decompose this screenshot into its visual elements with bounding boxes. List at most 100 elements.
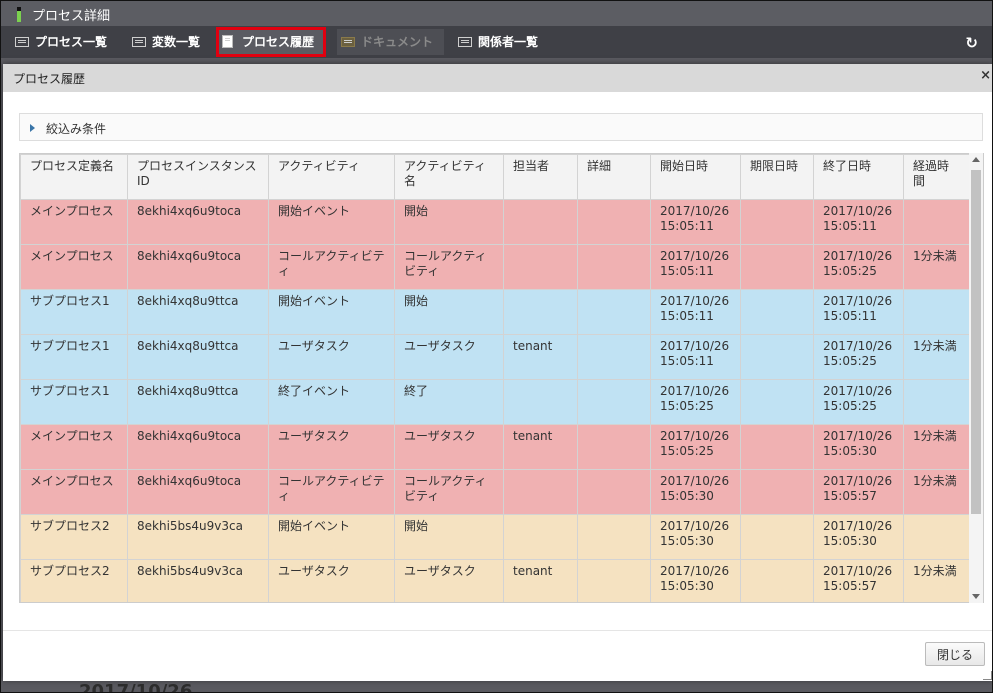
table-cell: 開始イベント: [268, 199, 395, 245]
table-cell: サブプロセス2: [20, 559, 128, 602]
table-cell: 8ekhi4xq8u9ttca: [127, 334, 269, 380]
table-row[interactable]: メインプロセス 8ekhi4xq6u9toca 開始イベント 開始 2017/10/26…: [20, 199, 970, 245]
table-cell: tenant: [503, 334, 578, 380]
table-cell: サブプロセス1: [20, 289, 128, 335]
table-scrollbar[interactable]: [969, 153, 983, 603]
table-cell: メインプロセス: [20, 199, 128, 245]
table-cell: [503, 244, 578, 290]
table-cell: 開始: [394, 199, 504, 245]
table-cell: 2017/10/26 15:05:11: [813, 199, 904, 245]
table-cell: [740, 244, 814, 290]
close-icon[interactable]: ×: [980, 68, 991, 83]
scroll-up-icon[interactable]: [972, 157, 980, 162]
table-cell: 1分未満: [903, 244, 970, 290]
table-cell: コールアクティビティ: [394, 469, 504, 515]
tab-documents[interactable]: ドキュメント: [337, 29, 444, 55]
dialog-header: プロセス履歴 ×: [3, 64, 992, 92]
close-button[interactable]: 閉じる: [925, 642, 985, 666]
table-cell: 8ekhi5bs4u9v3ca: [127, 514, 269, 560]
document-icon: [222, 35, 233, 48]
table-cell: [740, 469, 814, 515]
table-cell: ユーザタスク: [394, 559, 504, 602]
table-cell: サブプロセス1: [20, 379, 128, 425]
dialog-footer: 閉じる: [3, 630, 992, 681]
table-cell: [577, 469, 651, 515]
table-cell: 1分未満: [903, 424, 970, 470]
table-row[interactable]: サブプロセス2 8ekhi5bs4u9v3ca ユーザタスク ユーザタスク tenant…: [20, 559, 970, 602]
table-cell: [577, 424, 651, 470]
dialog-title: プロセス履歴: [13, 72, 86, 86]
table-row[interactable]: サブプロセス2 8ekhi5bs4u9v3ca 開始イベント 開始 2017/10/26…: [20, 514, 970, 560]
table-cell: [740, 559, 814, 602]
table-cell: 2017/10/26 15:05:57: [813, 469, 904, 515]
table-cell: 8ekhi4xq6u9toca: [127, 424, 269, 470]
table-cell: [577, 199, 651, 245]
table-cell: 8ekhi4xq6u9toca: [127, 244, 269, 290]
tab-stakeholders[interactable]: 関係者一覧: [454, 29, 549, 55]
table-cell: コールアクティビティ: [268, 244, 395, 290]
table-row[interactable]: サブプロセス1 8ekhi4xq8u9ttca ユーザタスク ユーザタスク tenant…: [20, 334, 970, 380]
column-header[interactable]: 終了日時: [813, 154, 904, 200]
background-date-text: 2017/10/26: [79, 681, 193, 693]
table-cell: 2017/10/26 15:05:11: [650, 334, 741, 380]
table-cell: 2017/10/26 15:05:11: [650, 244, 741, 290]
column-header[interactable]: 開始日時: [650, 154, 741, 200]
table-cell: 8ekhi4xq6u9toca: [127, 199, 269, 245]
column-header[interactable]: アクティビティ: [268, 154, 395, 200]
table-row[interactable]: サブプロセス1 8ekhi4xq8u9ttca 終了イベント 終了 2017/10/26…: [20, 379, 970, 425]
history-table-container: プロセス定義名 プロセスインスタンスID アクティビティ アクティビティ名 担当…: [19, 153, 984, 603]
table-cell: 2017/10/26 15:05:25: [813, 244, 904, 290]
table-row[interactable]: メインプロセス 8ekhi4xq6u9toca ユーザタスク ユーザタスク tenant…: [20, 424, 970, 470]
table-cell: 8ekhi5bs4u9v3ca: [127, 559, 269, 602]
table-cell: 8ekhi4xq6u9toca: [127, 469, 269, 515]
history-table: プロセス定義名 プロセスインスタンスID アクティビティ アクティビティ名 担当…: [20, 154, 970, 602]
column-header[interactable]: 経過時間: [903, 154, 970, 200]
column-header[interactable]: プロセスインスタンスID: [127, 154, 269, 200]
table-cell: コールアクティビティ: [394, 244, 504, 290]
tab-label: プロセス一覧: [35, 35, 108, 49]
scroll-down-icon[interactable]: [972, 594, 980, 599]
table-cell: [903, 199, 970, 245]
table-cell: 2017/10/26 15:05:30: [650, 469, 741, 515]
column-header[interactable]: 期限日時: [740, 154, 814, 200]
column-header[interactable]: アクティビティ名: [394, 154, 504, 200]
filter-label: 絞込み条件: [46, 122, 107, 136]
table-cell: [903, 514, 970, 560]
scroll-thumb[interactable]: [971, 170, 981, 514]
table-row[interactable]: サブプロセス1 8ekhi4xq8u9ttca 開始イベント 開始 2017/10/26…: [20, 289, 970, 335]
table-cell: 2017/10/26 15:05:57: [813, 559, 904, 602]
table-cell: メインプロセス: [20, 244, 128, 290]
tab-process-list[interactable]: プロセス一覧: [11, 29, 111, 55]
column-header[interactable]: プロセス定義名: [20, 154, 128, 200]
table-cell: ユーザタスク: [394, 424, 504, 470]
table-cell: 2017/10/26 15:05:11: [813, 289, 904, 335]
table-cell: [577, 289, 651, 335]
list-icon: [458, 37, 472, 47]
table-cell: [903, 379, 970, 425]
expand-arrow-icon: [30, 124, 35, 132]
table-cell: 開始: [394, 514, 504, 560]
table-cell: メインプロセス: [20, 469, 128, 515]
table-cell: 2017/10/26 15:05:25: [650, 424, 741, 470]
table-row[interactable]: メインプロセス 8ekhi4xq6u9toca コールアクティビティ コールアクティビ…: [20, 469, 970, 515]
table-cell: [503, 469, 578, 515]
column-header[interactable]: 担当者: [503, 154, 578, 200]
table-cell: [740, 379, 814, 425]
tab-label: ドキュメント: [361, 35, 434, 49]
table-cell: ユーザタスク: [394, 334, 504, 380]
table-cell: [577, 379, 651, 425]
app-window: プロセス詳細 プロセス一覧 変数一覧 プロセス履歴 ドキュメント 関係者一覧 ↻…: [0, 0, 993, 693]
folder-icon: [341, 37, 355, 47]
resize-handle-icon[interactable]: [983, 671, 992, 680]
table-cell: 2017/10/26 15:05:11: [650, 199, 741, 245]
table-cell: 2017/10/26 15:05:30: [650, 559, 741, 602]
refresh-icon[interactable]: ↻: [965, 34, 978, 52]
table-cell: 2017/10/26 15:05:25: [813, 379, 904, 425]
table-cell: ユーザタスク: [268, 424, 395, 470]
tab-process-history[interactable]: プロセス履歴: [216, 27, 326, 57]
filter-toggle[interactable]: 絞込み条件: [19, 113, 983, 141]
column-header[interactable]: 詳細: [577, 154, 651, 200]
table-row[interactable]: メインプロセス 8ekhi4xq6u9toca コールアクティビティ コールアクティビ…: [20, 244, 970, 290]
tab-variables[interactable]: 変数一覧: [128, 29, 208, 55]
table-cell: サブプロセス2: [20, 514, 128, 560]
